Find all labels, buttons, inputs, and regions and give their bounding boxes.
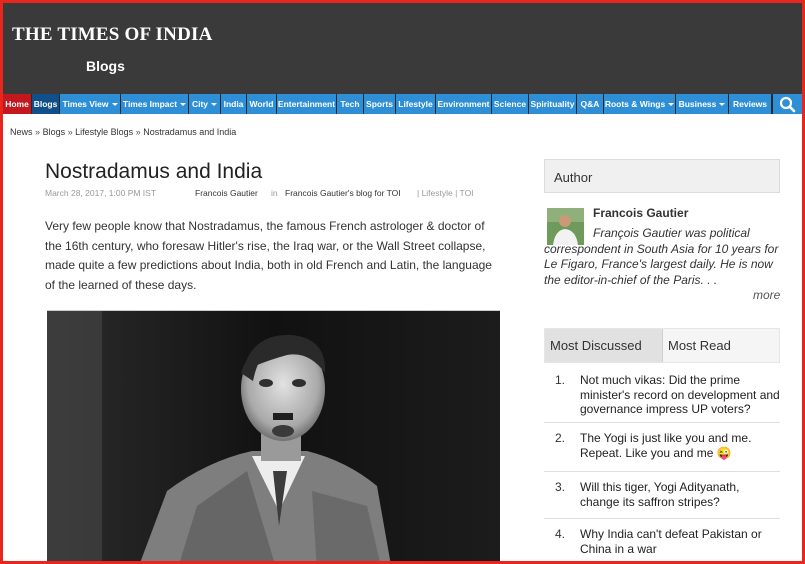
nav-item-label: Q&A [580, 99, 600, 109]
nav-item-label: Tech [340, 99, 360, 109]
nav-item-label: Home [5, 99, 29, 109]
nav-item-label: Reviews [732, 99, 768, 109]
list-item-number: 3. [555, 480, 566, 494]
nav-item-label: Spirituality [530, 99, 575, 109]
list-item-number: 1. [555, 373, 566, 387]
section-title[interactable]: Blogs [86, 58, 125, 74]
list-item[interactable]: 1. Not much vikas: Did the prime ministe… [544, 365, 780, 423]
nav-item-entertainment[interactable]: Entertainment [277, 94, 336, 114]
breadcrumb-news[interactable]: News [10, 127, 33, 137]
nav-item-times-impact[interactable]: Times Impact [121, 94, 188, 114]
nav-item-india[interactable]: India [221, 94, 246, 114]
page-frame: THE TIMES OF INDIA Blogs Home Blogs Times … [0, 0, 805, 564]
article-in-label: in [271, 188, 278, 198]
list-item-link[interactable]: Will this tiger, Yogi Adityanath, change… [580, 480, 780, 509]
nav-item-times-view[interactable]: Times View [60, 94, 120, 114]
nav-item-world[interactable]: World [247, 94, 276, 114]
list-item-link[interactable]: Why India can't defeat Pakistan or China… [580, 527, 780, 556]
article-blog-link[interactable]: Francois Gautier's blog for TOI [285, 188, 401, 198]
nav-item-label: Science [493, 99, 527, 109]
nav-item-label: Times View [62, 99, 109, 109]
nav-item-label: Roots & Wings [604, 99, 666, 109]
list-item[interactable]: 4. Why India can't defeat Pakistan or Ch… [544, 519, 780, 561]
tab-most-discussed[interactable]: Most Discussed [545, 329, 662, 362]
nav-item-label: Lifestyle [398, 99, 433, 109]
nav-item-environment[interactable]: Environment [436, 94, 491, 114]
nav-item-business[interactable]: Business [676, 94, 728, 114]
search-button[interactable] [773, 94, 802, 114]
article-date: March 28, 2017, 1:00 PM IST [45, 188, 157, 198]
nav-item-label: Entertainment [277, 99, 336, 109]
list-item-number: 4. [555, 527, 566, 541]
nav-item-label: World [249, 99, 274, 109]
nav-item-label: Blogs [33, 99, 58, 109]
nav-item-sports[interactable]: Sports [364, 94, 395, 114]
nav-item-roots-wings[interactable]: Roots & Wings [604, 94, 675, 114]
main-nav: Home Blogs Times View Times Impact City India… [3, 94, 802, 114]
author-box-header: Author [544, 159, 780, 193]
article-title: Nostradamus and India [45, 160, 263, 183]
author-bio: François Gautier was political correspon… [544, 226, 779, 287]
article-tags[interactable]: | Lifestyle | TOI [417, 188, 474, 198]
nav-item-label: Business [678, 99, 717, 109]
author-name[interactable]: Francois Gautier [593, 206, 688, 220]
nav-item-city[interactable]: City [189, 94, 220, 114]
nav-item-q-a[interactable]: Q&A [577, 94, 603, 114]
article-photo-image [47, 311, 500, 561]
chevron-down-icon [211, 103, 218, 107]
chevron-down-icon [719, 103, 726, 107]
article-author-link[interactable]: Francois Gautier [195, 188, 258, 198]
nav-item-tech[interactable]: Tech [337, 94, 363, 114]
nav-item-reviews[interactable]: Reviews [729, 94, 771, 114]
article-intro: Very few people know that Nostradamus, t… [45, 219, 492, 292]
breadcrumb-blogs[interactable]: Blogs [43, 127, 66, 137]
list-item[interactable]: 2. The Yogi is just like you and me. Rep… [544, 423, 780, 472]
nav-item-label: Times Impact [122, 99, 178, 109]
article-photo [47, 310, 500, 561]
nav-item-label: Sports [366, 99, 393, 109]
list-item-link[interactable]: Not much vikas: Did the prime minister's… [580, 373, 780, 417]
chevron-down-icon [180, 103, 187, 107]
list-item-number: 2. [555, 431, 566, 445]
breadcrumb-current: Nostradamus and India [143, 127, 237, 137]
nav-item-lifestyle[interactable]: Lifestyle [396, 94, 435, 114]
chevron-down-icon [668, 103, 675, 107]
article-meta: March 28, 2017, 1:00 PM IST Francois Gau… [45, 188, 474, 198]
breadcrumb-separator: » [67, 127, 73, 137]
nav-item-label: City [191, 99, 209, 109]
author-more-link[interactable]: more [753, 288, 780, 302]
nav-item-spirituality[interactable]: Spirituality [529, 94, 576, 114]
site-header: THE TIMES OF INDIA Blogs [3, 3, 802, 94]
chevron-down-icon [111, 103, 118, 107]
site-logo[interactable]: THE TIMES OF INDIA [12, 24, 213, 46]
nav-item-science[interactable]: Science [492, 94, 528, 114]
nav-item-label: Environment [437, 99, 490, 109]
breadcrumb-lifestyle-blogs[interactable]: Lifestyle Blogs [75, 127, 133, 137]
author-box-title: Author [554, 170, 593, 185]
list-item-link[interactable]: The Yogi is just like you and me. Repeat… [580, 431, 780, 460]
breadcrumb: News » Blogs » Lifestyle Blogs » Nostrad… [10, 127, 236, 137]
nav-item-label: India [223, 99, 244, 109]
nav-item-home[interactable]: Home [3, 94, 31, 114]
popular-tabs: Most Discussed Most Read [544, 328, 780, 363]
list-item[interactable]: 3. Will this tiger, Yogi Adityanath, cha… [544, 472, 780, 519]
breadcrumb-separator: » [135, 127, 141, 137]
breadcrumb-separator: » [35, 127, 41, 137]
search-icon [779, 96, 796, 113]
tab-most-read[interactable]: Most Read [662, 329, 779, 362]
nav-item-blogs[interactable]: Blogs [32, 94, 59, 114]
